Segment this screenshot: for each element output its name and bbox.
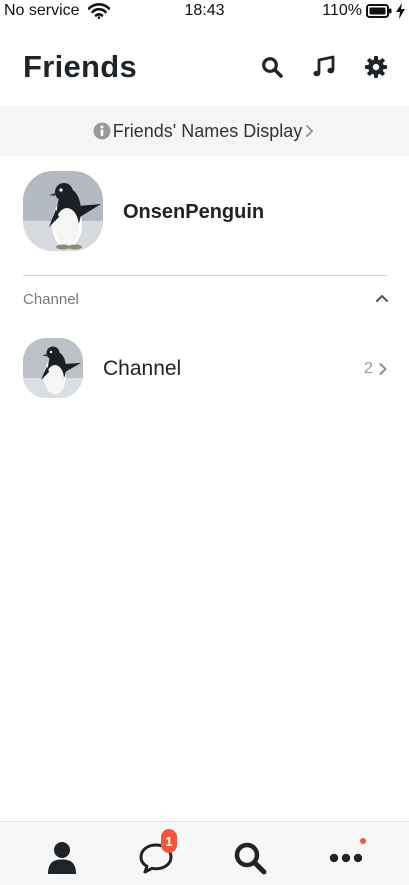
chevron-up-icon[interactable] [372, 288, 392, 308]
page-title: Friends [23, 49, 138, 84]
chevron-right-icon [378, 362, 388, 381]
tab-bar [0, 821, 409, 885]
search-icon[interactable] [259, 54, 285, 80]
channel-section-header: Channel [0, 284, 409, 316]
battery-icon [366, 4, 392, 18]
profile-name: OnsenPenguin [123, 201, 265, 223]
channel-count: 2 [364, 360, 373, 377]
battery-percent: 110% [322, 2, 362, 19]
unread-badge: 1 [161, 829, 177, 853]
channel-avatar [23, 338, 83, 398]
tab-search[interactable] [232, 840, 268, 876]
gear-icon[interactable] [363, 54, 389, 80]
status-bar: No service 18:43 110% [0, 0, 409, 24]
divider [23, 275, 387, 276]
more-dots-icon [329, 853, 363, 863]
tab-more[interactable] [328, 840, 364, 876]
header: Friends [0, 24, 409, 106]
search-icon [234, 842, 267, 875]
section-title: Channel [23, 291, 79, 308]
channel-name: Channel [103, 357, 182, 380]
charging-bolt-icon [396, 3, 405, 19]
list-item[interactable]: Channel 2 [0, 335, 409, 401]
person-icon [48, 842, 76, 874]
tab-friends[interactable] [44, 840, 80, 876]
status-right: 110% [322, 2, 405, 20]
friends-names-display-banner[interactable]: Friends' Names Display [0, 106, 409, 156]
new-indicator-dot [360, 838, 366, 844]
music-icon[interactable] [311, 54, 337, 80]
chevron-right-icon [304, 124, 316, 138]
banner-label: Friends' Names Display [112, 120, 303, 141]
my-profile-row[interactable]: OnsenPenguin [0, 170, 409, 252]
info-icon [93, 122, 111, 140]
avatar [23, 171, 103, 251]
